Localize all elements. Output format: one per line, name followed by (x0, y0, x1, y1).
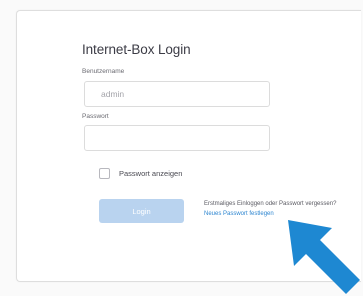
page-title: Internet-Box Login (82, 42, 191, 57)
login-button[interactable]: Login (99, 199, 184, 223)
show-password-checkbox[interactable] (99, 167, 110, 179)
password-label: Passwort (82, 113, 109, 120)
show-password-toggle[interactable]: Passwort anzeigen (99, 166, 182, 180)
arrow-up-left-icon (288, 220, 360, 294)
show-password-label[interactable]: Passwort anzeigen (119, 169, 182, 178)
username-field[interactable]: admin (84, 81, 270, 107)
arrow-shape (288, 220, 360, 294)
page: Internet-Box Login Benutzername admin Pa… (0, 0, 363, 296)
first-login-text: Erstmaliges Einloggen oder Passwort verg… (204, 201, 337, 207)
new-password-link[interactable]: Neues Passwort festlegen (204, 211, 274, 217)
username-label: Benutzername (82, 68, 125, 75)
password-field[interactable] (84, 125, 270, 151)
